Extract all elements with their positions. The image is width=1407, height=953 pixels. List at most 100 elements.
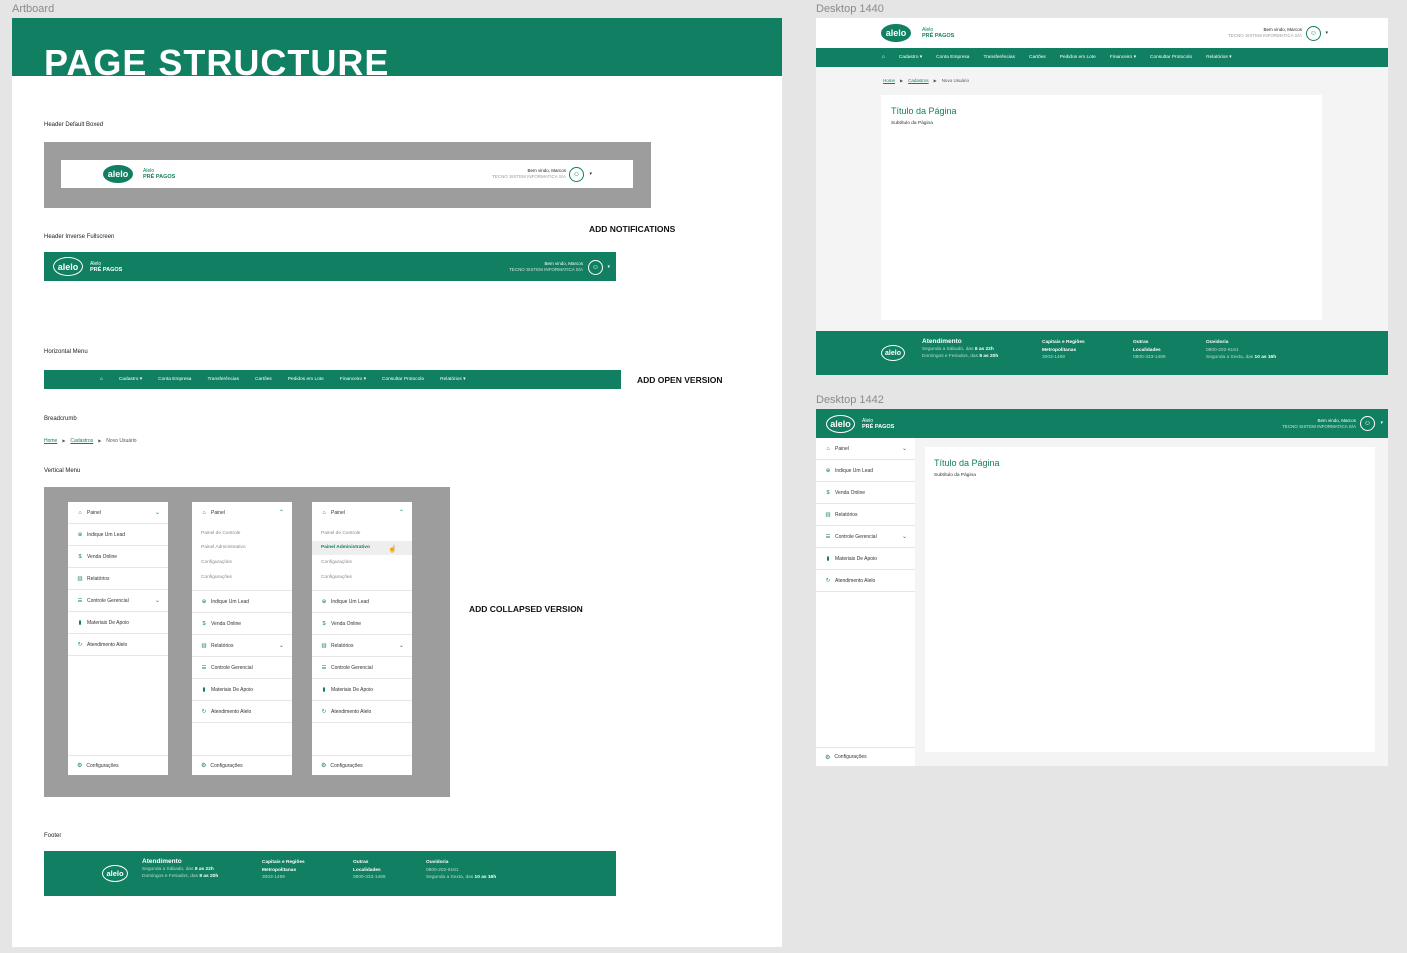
vmenu-sub-painel-admin-active[interactable]: Painel Administrativo ☝ — [312, 540, 412, 556]
vmenu-atendimento[interactable]: ↻ Atendimento Alelo — [68, 634, 168, 656]
footer-atendimento: Atendimento Segunda a Sábado, das 8 as 2… — [922, 338, 999, 359]
vmenu-venda[interactable]: $ Venda Online — [816, 482, 915, 504]
header-boxed-backdrop: alelo Alelo PRÉ PAGOS Bem vindo, Marcos TE… — [44, 142, 651, 208]
alelo-logo[interactable]: alelo — [103, 165, 133, 183]
vmenu-sub-painel-controle[interactable]: Painel de Controle — [312, 526, 412, 541]
user-avatar-icon[interactable]: ☺ — [1306, 26, 1321, 41]
vmenu-indique[interactable]: ⊕ Indique Um Lead — [192, 591, 292, 614]
menu-item-relatorios[interactable]: Relatórios ▾ — [1206, 55, 1231, 60]
vmenu-painel[interactable]: ⌂ Painel ⌄ — [816, 438, 915, 460]
chevron-down-icon: ⌄ — [154, 510, 160, 516]
menu-item-conta-empresa[interactable]: Conta Empresa — [936, 55, 969, 60]
vmenu-venda[interactable]: $ Venda Online — [312, 613, 412, 636]
vmenu-materiais[interactable]: ▮ Materiais De Apoio — [312, 679, 412, 702]
vmenu-materiais[interactable]: ▮ Materiais De Apoio — [192, 679, 292, 702]
alelo-logo[interactable]: alelo — [53, 257, 83, 276]
vmenu-atendimento[interactable]: ↻ Atendimento Alelo — [192, 701, 292, 724]
vmenu-painel-submenu: Painel de Controle Painel Administrativo… — [192, 523, 292, 592]
vmenu-sub-configuracoes-2[interactable]: Configurações — [192, 570, 292, 585]
menu-item-transferencias[interactable]: Transferências — [983, 55, 1015, 60]
breadcrumb-home[interactable]: Home — [44, 438, 57, 444]
user-avatar-icon[interactable]: ☺ — [569, 167, 584, 182]
plus-circle-icon: ⊕ — [321, 598, 327, 605]
home-icon[interactable]: ⌂ — [882, 55, 885, 60]
vmenu-controle[interactable]: ☰ Controle Gerencial — [192, 657, 292, 680]
vmenu-painel[interactable]: ⌂ Painel ⌄ — [68, 502, 168, 524]
vmenu-sub-configuracoes[interactable]: Configurações — [192, 555, 292, 570]
vmenu-indique[interactable]: ⊕ Indique Um Lead — [68, 524, 168, 546]
vmenu-relatorios[interactable]: ▥ Relatórios — [816, 504, 915, 526]
breadcrumb-cadastros[interactable]: Cadastros — [70, 438, 93, 444]
breadcrumb-cadastros[interactable]: Cadastros — [908, 78, 929, 83]
footer-ouvidoria: Ouvidoria 0800-202-6161 Segunda a Sexta,… — [1206, 340, 1277, 360]
vmenu-configuracoes[interactable]: ⚙ Configurações — [192, 755, 292, 775]
menu-item-relatorios[interactable]: Relatórios ▾ — [440, 377, 465, 382]
vmenu-atendimento[interactable]: ↻ Atendimento Alelo — [312, 701, 412, 724]
menu-item-pedidos-lote[interactable]: Pedidos em Lote — [288, 377, 324, 382]
menu-item-transferencias[interactable]: Transferências — [207, 377, 239, 382]
alelo-logo[interactable]: alelo — [881, 24, 911, 42]
vmenu-materiais[interactable]: ▮ Materiais De Apoio — [816, 548, 915, 570]
chevron-down-icon[interactable]: ▾ — [1380, 420, 1383, 426]
user-avatar-icon[interactable]: ☺ — [1360, 416, 1375, 431]
home-icon: ⌂ — [322, 509, 326, 516]
vmenu-relatorios[interactable]: ▥ Relatórios — [68, 568, 168, 590]
support-icon: ↻ — [201, 708, 207, 715]
menu-item-cadastro[interactable]: Cadastro ▾ — [119, 377, 142, 382]
vertical-menu-closed: ⌂ Painel ⌄ ⊕ Indique Um Lead $ Venda Online … — [68, 502, 168, 775]
vmenu-configuracoes[interactable]: ⚙ Configurações — [68, 755, 168, 775]
content-card: Título da Página Subtítulo da Página — [881, 95, 1322, 320]
vmenu-sub-configuracoes[interactable]: Configurações — [312, 555, 412, 570]
vmenu-controle[interactable]: ☰ Controle Gerencial — [312, 657, 412, 680]
alelo-logo[interactable]: alelo — [826, 415, 855, 433]
vmenu-configuracoes[interactable]: ⚙ Configurações — [312, 755, 412, 775]
vmenu-indique[interactable]: ⊕ Indique Um Lead — [312, 591, 412, 614]
desktop-1442: alelo Alelo PRÉ PAGOS Bem vindo, Marcos TE… — [816, 409, 1388, 766]
menu-item-cartoes[interactable]: Cartões — [255, 377, 272, 382]
vmenu-sub-painel-controle[interactable]: Painel de Controle — [192, 526, 292, 541]
horizontal-menu: ⌂ Cadastro ▾ Conta Empresa Transferência… — [44, 370, 621, 389]
menu-item-financeiro[interactable]: Financeiro ▾ — [1110, 55, 1136, 60]
note-add-notifications: ADD NOTIFICATIONS — [589, 224, 676, 234]
bookmark-icon: ▮ — [202, 686, 206, 693]
vmenu-configuracoes[interactable]: ⚙ Configurações — [816, 747, 915, 766]
menu-item-pedidos-lote[interactable]: Pedidos em Lote — [1060, 55, 1096, 60]
chevron-down-icon[interactable]: ▾ — [589, 171, 592, 177]
sliders-icon: ☰ — [321, 664, 327, 671]
menu-item-cartoes[interactable]: Cartões — [1029, 55, 1046, 60]
vertical-menu-open-hover: ⌂ Painel ⌃ Painel de Controle Painel Admin… — [312, 502, 412, 775]
menu-item-consultar-protocolo[interactable]: Consultar Protocolo — [382, 377, 424, 382]
home-icon: ⌂ — [202, 509, 206, 516]
vmenu-materiais[interactable]: ▮ Materiais De Apoio — [68, 612, 168, 634]
breadcrumb-home[interactable]: Home — [883, 78, 895, 83]
home-icon[interactable]: ⌂ — [100, 377, 103, 382]
vmenu-sub-painel-admin[interactable]: Painel Administrativo — [192, 541, 292, 556]
vmenu-controle[interactable]: ☰ Controle Gerencial ⌄ — [816, 526, 915, 548]
chevron-down-icon[interactable]: ▾ — [607, 264, 610, 270]
vmenu-painel[interactable]: ⌂ Painel ⌃ — [192, 502, 292, 523]
bookmark-icon: ▮ — [322, 686, 326, 693]
vmenu-atendimento[interactable]: ↻ Atendimento Alelo — [816, 570, 915, 592]
menu-item-conta-empresa[interactable]: Conta Empresa — [158, 377, 191, 382]
menu-item-financeiro[interactable]: Financeiro ▾ — [340, 377, 366, 382]
vmenu-controle[interactable]: ☰ Controle Gerencial ⌄ — [68, 590, 168, 612]
vmenu-sub-configuracoes-2[interactable]: Configurações — [312, 570, 412, 585]
vmenu-venda[interactable]: $ Venda Online — [192, 613, 292, 636]
menu-item-consultar-protocolo[interactable]: Consultar Protocolo — [1150, 55, 1192, 60]
vmenu-indique[interactable]: ⊕ Indique Um Lead — [816, 460, 915, 482]
vmenu-relatorios[interactable]: ▥ Relatórios ⌄ — [192, 635, 292, 658]
chevron-down-icon[interactable]: ▾ — [1325, 30, 1328, 36]
vmenu-painel[interactable]: ⌂ Painel ⌃ — [312, 502, 412, 523]
vmenu-venda[interactable]: $ Venda Online — [68, 546, 168, 568]
footer-capitais: Capitais e Regiões Metropolitanas 3003-1… — [1042, 340, 1085, 360]
footer-capitais: Capitais e Regiões Metropolitanas 3003-1… — [262, 860, 305, 880]
vmenu-relatorios[interactable]: ▥ Relatórios ⌄ — [312, 635, 412, 658]
menu-item-cadastro[interactable]: Cadastro ▾ — [899, 55, 922, 60]
note-add-open-version: ADD OPEN VERSION — [637, 375, 723, 385]
chart-icon: ▥ — [77, 575, 83, 582]
user-avatar-icon[interactable]: ☺ — [588, 260, 603, 275]
page-structure-banner: PAGE STRUCTURE — [12, 18, 782, 76]
section-label-vertical-menu: Vertical Menu — [44, 468, 81, 474]
home-icon: ⌂ — [826, 445, 830, 452]
horizontal-menu-items: ⌂ Cadastro ▾ Conta Empresa Transferência… — [100, 377, 481, 382]
